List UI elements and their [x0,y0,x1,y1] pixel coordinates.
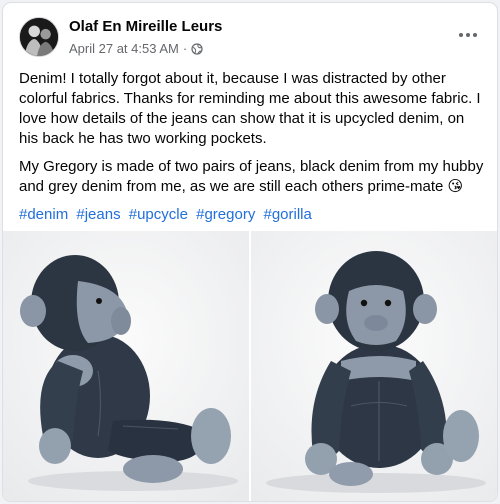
more-options-button[interactable] [453,23,483,47]
hashtag-link[interactable]: #gorilla [264,206,312,223]
author-name[interactable]: Olaf En Mireille Leurs [69,18,222,35]
globe-icon[interactable] [191,42,203,55]
more-options-icon [459,33,477,37]
photo-gorilla-side[interactable] [3,231,249,501]
hashtag-list: #denim #jeans #upcycle #gregory #gorilla [19,205,487,225]
post-paragraph: My Gregory is made of two pairs of jeans… [19,158,484,195]
post-meta: April 27 at 4:53 AM · [69,41,203,56]
hashtag-link[interactable]: #denim [19,206,68,223]
author-avatar[interactable] [19,17,59,57]
hashtag-link[interactable]: #gregory [196,206,255,223]
post-paragraph: Denim! I totally forgot about it, becaus… [19,70,481,147]
hashtag-link[interactable]: #upcycle [129,206,188,223]
photo-gorilla-front[interactable] [251,231,497,501]
post-body: Denim! I totally forgot about it, becaus… [19,69,487,225]
gorilla-plush-image [251,231,497,501]
avatar-photo [20,18,58,56]
gorilla-plush-image [3,231,249,501]
post-card: Olaf En Mireille Leurs April 27 at 4:53 … [3,3,497,501]
meta-separator: · [182,41,188,56]
photo-grid [3,231,497,501]
post-timestamp[interactable]: April 27 at 4:53 AM [69,41,179,56]
hashtag-link[interactable]: #jeans [76,206,120,223]
